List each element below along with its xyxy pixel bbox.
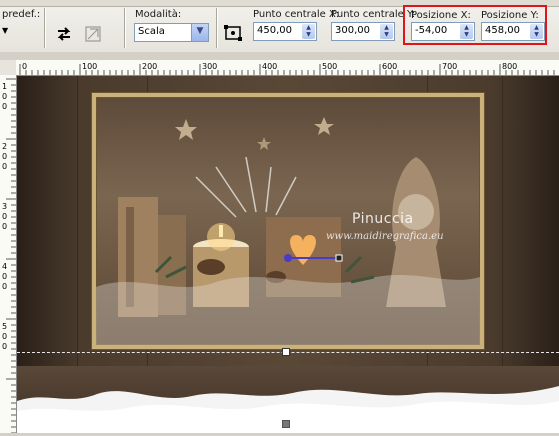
ruler-label: 0 <box>2 272 7 281</box>
picture-frame: Pinuccia www.maidiregrafica.eu <box>92 93 484 349</box>
ruler-label: 4 <box>2 262 7 271</box>
watermark-title: Pinuccia <box>352 211 414 227</box>
separator <box>216 8 217 48</box>
tool-options-bar: predef.: ▼ Modalità: Scala ▼ Punto centr… <box>0 0 559 53</box>
mode-label: Modalità: <box>135 9 182 20</box>
spin-arrows-icon[interactable]: ▲ ▼ <box>302 24 315 39</box>
ruler-label: 0 <box>22 62 27 71</box>
ruler-label: 3 <box>2 202 7 211</box>
ruler-label: 0 <box>2 222 7 231</box>
ruler-label: 5 <box>2 322 7 331</box>
ruler-label: 400 <box>262 62 277 71</box>
ruler-label: 1 <box>2 82 7 91</box>
horizontal-ruler[interactable]: 0 100 200 300 400 500 600 700 800 <box>16 60 559 76</box>
center-x-label: Punto centrale X: <box>253 9 340 20</box>
vertical-ruler[interactable]: 100200300400500 <box>0 75 17 434</box>
spin-arrows-icon[interactable]: ▲ ▼ <box>380 24 393 39</box>
image-canvas[interactable]: Pinuccia www.maidiregrafica.eu <box>17 76 559 433</box>
ruler-label: 0 <box>2 92 7 101</box>
ruler-label: 300 <box>202 62 217 71</box>
separator <box>124 8 125 48</box>
flip-arrow-icon[interactable] <box>53 23 75 45</box>
bottom-handle[interactable] <box>282 420 290 428</box>
ruler-label: 100 <box>82 62 97 71</box>
ruler-label: 0 <box>2 152 7 161</box>
ruler-label: 700 <box>442 62 457 71</box>
ruler-label: 0 <box>2 162 7 171</box>
ruler-label: 500 <box>322 62 337 71</box>
center-x-field[interactable]: 450,00 ▲ ▼ <box>253 22 317 41</box>
preset-label: predef.: <box>2 9 41 20</box>
mode-value: Scala <box>138 26 165 37</box>
center-x-value: 450,00 <box>257 25 292 36</box>
ruler-label: 600 <box>382 62 397 71</box>
ruler-label: 0 <box>2 102 7 111</box>
ruler-corner <box>0 60 17 76</box>
chevron-down-icon[interactable]: ▼ <box>191 24 208 41</box>
ruler-label: 0 <box>2 282 7 291</box>
ruler-label: 800 <box>502 62 517 71</box>
highlight-box <box>403 5 547 45</box>
center-y-value: 300,00 <box>335 25 370 36</box>
workspace-gap <box>0 52 559 60</box>
ruler-label: 200 <box>142 62 157 71</box>
ruler-label: 0 <box>2 332 7 341</box>
ruler-label: 0 <box>2 212 7 221</box>
mode-select[interactable]: Scala ▼ <box>134 23 209 42</box>
separator <box>44 8 45 48</box>
preset-dropdown-icon[interactable]: ▼ <box>2 26 8 35</box>
center-y-field[interactable]: 300,00 ▲ ▼ <box>331 22 395 41</box>
ruler-label: 0 <box>2 342 7 351</box>
pick-tool-icon[interactable] <box>222 22 244 44</box>
ruler-label: 2 <box>2 142 7 151</box>
transform-handle[interactable] <box>282 348 290 356</box>
reset-transform-icon[interactable] <box>82 23 104 45</box>
watermark-url: www.maidiregrafica.eu <box>326 231 444 242</box>
